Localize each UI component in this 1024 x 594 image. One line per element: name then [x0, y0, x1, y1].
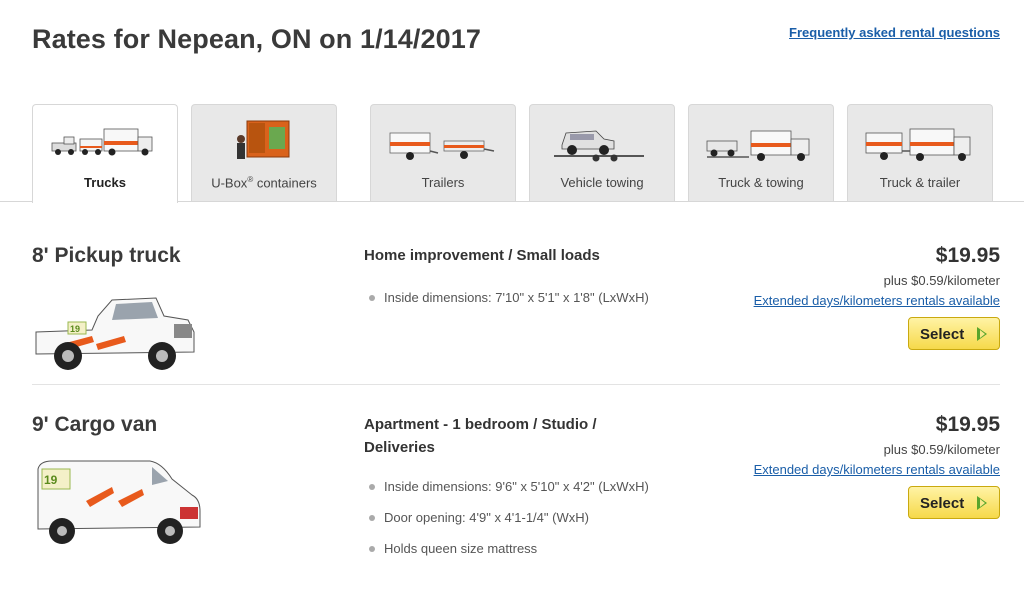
select-button[interactable]: Select [908, 486, 1000, 519]
tab-truck-towing[interactable]: Truck & towing [688, 104, 834, 202]
trucks-icon [51, 128, 153, 156]
tab-label: U-Box® containers [211, 175, 317, 191]
extended-rentals-link[interactable]: Extended days/kilometers rentals availab… [754, 462, 1000, 477]
spec-item: Door opening: 4'9" x 4'1-1/4" (WxH) [364, 508, 664, 528]
spec-item: Holds queen size mattress [364, 539, 664, 559]
vehicle-row: 8' Pickup truck 19 Home improvement / Sm… [32, 244, 1000, 379]
extended-rentals-link[interactable]: Extended days/kilometers rentals availab… [754, 293, 1000, 308]
vehicle-usage: Home improvement / Small loads [364, 247, 600, 264]
tab-vehicle-towing[interactable]: Vehicle towing [529, 104, 675, 202]
ubox-container-icon [237, 120, 290, 159]
faq-link[interactable]: Frequently asked rental questions [789, 25, 1000, 40]
select-label: Select [920, 495, 965, 512]
tab-truck-trailer[interactable]: Truck & trailer [847, 104, 993, 202]
tab-trailers[interactable]: Trailers [370, 104, 516, 202]
svg-text:19: 19 [70, 324, 80, 334]
vehicle-name: 9' Cargo van [32, 413, 158, 436]
tab-label: Trucks [84, 175, 126, 190]
vehicle-specs: Inside dimensions: 9'6" x 5'10" x 4'2" (… [364, 477, 664, 570]
bullet-icon [369, 484, 375, 490]
svg-text:19: 19 [44, 473, 58, 487]
tab-label: Trailers [421, 175, 465, 190]
vehicle-name: 8' Pickup truck [32, 244, 181, 267]
select-button[interactable]: Select [908, 317, 1000, 350]
vehicle-type-tabs: Trucks U-Box® containers Trailers Vehicl… [32, 104, 994, 203]
truck-trailer-icon [865, 128, 971, 161]
tab-label: Truck & trailer [879, 175, 961, 190]
trailers-icon [389, 132, 495, 160]
vehicle-specs: Inside dimensions: 7'10" x 5'1" x 1'8" (… [364, 288, 664, 319]
vehicle-row: 9' Cargo van 19 Apartment - 1 bedroom / … [32, 413, 1000, 594]
tab-label: Truck & towing [718, 175, 804, 190]
row-divider [32, 384, 1000, 385]
tab-label: Vehicle towing [560, 175, 644, 190]
vehicle-rate: plus $0.59/kilometer [883, 442, 1000, 457]
page-title: Rates for Nepean, ON on 1/14/2017 [32, 24, 481, 54]
select-label: Select [920, 326, 965, 343]
spec-item: Inside dimensions: 9'6" x 5'10" x 4'2" (… [364, 477, 664, 497]
bullet-icon [369, 515, 375, 521]
vehicle-price: $19.95 [935, 244, 1000, 267]
tab-ubox-containers[interactable]: U-Box® containers [191, 104, 337, 202]
vehicle-towing-icon [554, 130, 644, 162]
cargo-van-image: 19 [37, 460, 201, 544]
pickup-truck-image: 19 [35, 297, 195, 370]
bullet-icon [369, 546, 375, 552]
truck-towing-icon [706, 130, 810, 161]
vehicle-price: $19.95 [935, 413, 1000, 436]
tab-trucks[interactable]: Trucks [32, 104, 178, 203]
vehicle-rate: plus $0.59/kilometer [883, 273, 1000, 288]
bullet-icon [369, 295, 375, 301]
spec-item: Inside dimensions: 7'10" x 5'1" x 1'8" (… [364, 288, 664, 308]
vehicle-usage: Apartment - 1 bedroom / Studio / Deliver… [364, 416, 597, 456]
